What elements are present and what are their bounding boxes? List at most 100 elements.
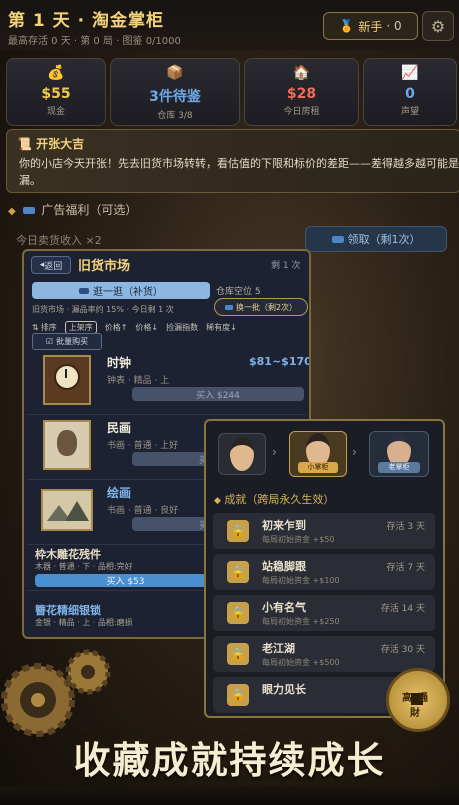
item-name: 枠木雕花残件 — [35, 548, 101, 561]
scroll-icon: 📜 — [17, 137, 32, 151]
ad-section-title: ◆ 广告福利（可选） — [8, 201, 137, 218]
diamond-icon: ◆ — [8, 206, 16, 217]
novice-count: · 0 — [386, 19, 402, 33]
game-subtitle: 最高存活 0 天 · 第 0 局 · 图鉴 0/1000 — [8, 36, 181, 47]
chevron-right-icon: › — [272, 445, 277, 459]
crate-icon: 📦 — [166, 65, 184, 81]
stat-card-cash: 💰 $55 现金 — [6, 58, 106, 126]
stat-card-rent: 🏠 $28 今日房租 — [244, 58, 359, 126]
stat-label: 今日房租 — [283, 107, 320, 117]
item-name: 簪花精细银锁 — [35, 604, 101, 617]
rank-small-shopkeeper-avatar: 小掌柜 — [289, 431, 347, 477]
check-icon: ☑ — [45, 337, 54, 346]
slogan: 收藏成就持续成长 — [73, 739, 386, 782]
landscape-painting-image — [41, 489, 93, 531]
clock-image — [43, 355, 91, 405]
achievement-reward: 每局初始资金 +$250 — [262, 617, 340, 626]
item-meta: 书画 · 普通 · 良好 — [107, 506, 179, 516]
diamond-icon: ◆ — [214, 496, 221, 506]
stroll-button[interactable]: 逛一逛（补货） — [32, 282, 210, 299]
ad-title-text: 广告福利（可选） — [41, 203, 138, 217]
tv-icon — [331, 235, 344, 243]
coin-icon: 高通財 — [386, 668, 450, 732]
rank-novice-avatar — [218, 433, 266, 475]
rank-old-shopkeeper-avatar: 老掌柜 — [369, 431, 429, 477]
bulk-buy-label: 批量购买 — [56, 337, 89, 346]
achievement-reward: 每局初始资金 +$100 — [262, 576, 340, 585]
market-info: 旧货市场 · 漏品率约 15% · 今日剩 1 次 — [32, 305, 174, 314]
lock-icon: 🔒 — [227, 561, 249, 583]
achievement-reward: 每局初始资金 +$500 — [262, 658, 340, 667]
stat-value: 3件待鉴 — [149, 89, 201, 105]
sort-option-price-desc[interactable]: 价格↓ — [135, 322, 158, 333]
stat-label: 仓库 3/8 — [157, 111, 193, 121]
item-meta: 书画 · 普通 · 上好 — [107, 441, 179, 451]
stat-value: 0 — [405, 86, 415, 102]
sort-option-price-asc[interactable]: 价格↑ — [105, 322, 128, 333]
banner-title: 开张大吉 — [36, 137, 85, 151]
tv-icon — [224, 304, 233, 310]
claim-button[interactable]: 领取（剩1次） — [305, 226, 447, 252]
novice-badge-button[interactable]: 🏅 新手 · 0 — [323, 12, 418, 40]
item-meta: 金银 · 精品 · 上 · 品相:磨损 — [35, 618, 133, 627]
achievement-name: 站稳脚跟 — [262, 560, 306, 573]
claim-label: 领取（剩1次） — [347, 233, 421, 246]
achievements-header: ◆ 成就（跨局永久生效） — [214, 491, 334, 507]
lock-icon: 🔒 — [227, 520, 249, 542]
achievement-row: 🔒 站稳脚跟 每局初始资金 +$100 存活 7 天 — [213, 554, 435, 590]
money-bag-icon: 💰 — [47, 65, 65, 81]
market-remaining: 剩 1 次 — [271, 261, 301, 271]
sort-option-default[interactable]: 上架序 — [64, 320, 97, 334]
lock-icon: 🔒 — [227, 643, 249, 665]
settings-button[interactable]: ⚙ — [422, 11, 454, 41]
change-batch-label: 换一批（剩2次） — [235, 302, 298, 312]
item-meta: 钟表 · 精品 · 上 — [107, 376, 170, 386]
rank-label: 老掌柜 — [378, 462, 420, 473]
ad-income-text: 今日卖货收入 ×2 — [16, 234, 102, 247]
achievement-name: 初来乍到 — [262, 519, 306, 532]
change-batch-button[interactable]: 换一批（剩2次） — [214, 298, 308, 316]
stat-card-warehouse[interactable]: 📦 3件待鉴 仓库 3/8 — [110, 58, 240, 126]
item-name: 绘画 — [107, 486, 132, 500]
buy-button[interactable]: 买入 $244 — [132, 387, 304, 401]
sort-option-rarity[interactable]: 稀有度↓ — [206, 322, 237, 333]
sort-row: ⇅ 排序 上架序 价格↑ 价格↓ 捡漏指数 稀有度↓ — [32, 320, 307, 334]
medal-icon: 🏅 — [339, 19, 355, 33]
buy-button[interactable]: 买入 $53 — [35, 574, 216, 587]
back-label: 返回 — [44, 261, 63, 272]
achievement-row: 🔒 小有名气 每局初始资金 +$250 存活 14 天 — [213, 595, 435, 631]
coin-text: 高通財 — [402, 693, 434, 719]
game-title: 第 1 天 · 淘金掌柜 — [8, 11, 164, 31]
sort-label: 排序 — [40, 322, 57, 332]
item-name: 时钟 — [107, 356, 132, 370]
achievement-name: 小有名气 — [262, 601, 306, 614]
bottom-bar — [0, 786, 459, 805]
achievement-row: 🔒 初来乍到 每局初始资金 +$50 存活 3 天 — [213, 513, 435, 549]
lock-icon: 🔒 — [227, 602, 249, 624]
chart-icon: 📈 — [401, 65, 419, 81]
bulk-buy-button[interactable]: ☑ 批量购买 — [32, 333, 102, 350]
stat-value: $28 — [286, 86, 317, 102]
achievement-requirement: 存活 30 天 — [380, 645, 425, 655]
house-icon: 🏠 — [292, 65, 311, 81]
tv-icon — [79, 287, 89, 294]
stat-label: 现金 — [46, 107, 65, 117]
banner-text: 你的小店今天开张！先去旧货市场转转，看估值的下限和标价的差距——差得越多越可能是… — [19, 157, 459, 187]
stat-label: 声望 — [400, 107, 419, 117]
stroll-label: 逛一逛（补货） — [93, 287, 163, 298]
warehouse-slots: 仓库空位 5 — [216, 287, 261, 297]
market-title: 旧货市场 — [78, 259, 131, 274]
sort-option-bargain[interactable]: 捡漏指数 — [166, 322, 198, 333]
folk-painting-image — [43, 420, 91, 470]
back-button[interactable]: ◂ 返回 — [31, 256, 71, 274]
stat-value: $55 — [41, 86, 71, 102]
achievement-name: 眼力见长 — [262, 683, 306, 696]
achievement-requirement: 存活 14 天 — [380, 604, 425, 614]
sort-icon: ⇅ — [32, 322, 39, 332]
chevron-right-icon: › — [352, 445, 357, 459]
stat-card-reputation: 📈 0 声望 — [363, 58, 457, 126]
gear-icon: ⚙ — [430, 16, 446, 36]
market-item[interactable]: 时钟 $81~$170 钟表 · 精品 · 上 买入 $244 — [27, 349, 309, 415]
item-meta: 木器 · 普通 · 下 · 品相:完好 — [35, 562, 133, 571]
banner-title-row: 📜 开张大吉 — [17, 135, 84, 152]
